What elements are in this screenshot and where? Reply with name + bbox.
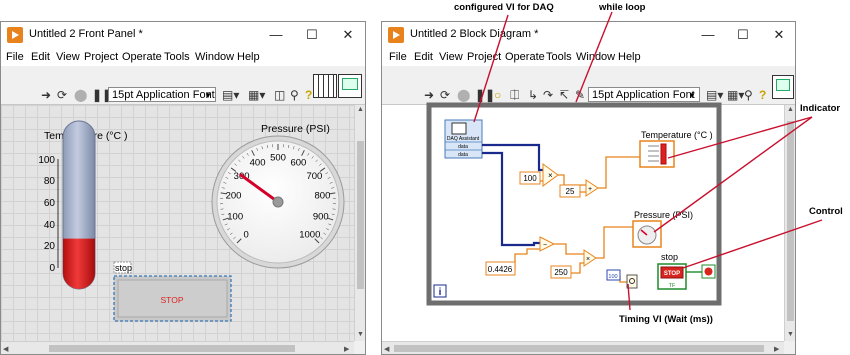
- gauge-scale-label: 200: [226, 190, 242, 201]
- stop-control-label: stop: [661, 252, 678, 262]
- constant-value: 25: [566, 187, 575, 196]
- constant-value: 100: [608, 274, 617, 280]
- daq-annotation: configured VI for DAQ: [454, 2, 554, 13]
- pressure-indicator-label: Pressure (PSI): [634, 210, 693, 220]
- daq-output-terminal: data: [458, 152, 468, 158]
- multiply-symbol: ×: [548, 171, 553, 180]
- pressure-indicator-label: Pressure (PSI): [261, 123, 330, 135]
- stop-control-label: stop: [115, 263, 132, 273]
- stop-button-text: STOP: [161, 295, 184, 305]
- scale-tick-label: 100: [38, 155, 55, 166]
- dynamic-data-wire: [482, 151, 540, 247]
- block-diagram-window: Untitled 2 Block Diagram * — ☐ ✕ File Ed…: [381, 21, 796, 355]
- constant-value: 0.4426: [488, 265, 513, 274]
- thermometer-icon: [660, 143, 667, 165]
- constant-value: 100: [523, 174, 537, 183]
- daq-assistant-icon: [451, 122, 467, 135]
- gauge-scale-label: 700: [306, 171, 322, 182]
- temperature-indicator-label: Temperature (°C ): [641, 130, 713, 140]
- multiply-node[interactable]: ×: [542, 163, 559, 187]
- subtract-node[interactable]: −: [539, 236, 556, 252]
- stop-button-icon-text: STOP: [664, 271, 680, 277]
- indicator-annotation: Indicator: [800, 103, 841, 114]
- add-symbol: +: [588, 186, 592, 193]
- front-panel-controls: Temperature (°C ) 100 80 60 40 20 0 Pres…: [38, 120, 345, 322]
- block-diagram-content: i DAQ Assistant data data 100 25 0.4426 …: [426, 102, 722, 306]
- multiply-node[interactable]: ×: [583, 249, 597, 267]
- thermometer-scale: 100 80 60 40 20 0: [38, 155, 59, 274]
- temperature-indicator-terminal[interactable]: [639, 140, 675, 168]
- scale-tick-label: 60: [44, 198, 56, 209]
- daq-assistant-label: DAQ Assistant: [447, 136, 480, 142]
- scale-tick-label: 0: [49, 263, 55, 274]
- daq-output-terminal: data: [458, 144, 468, 150]
- scale-tick-label: 40: [44, 220, 56, 231]
- multiply-symbol: ×: [586, 256, 590, 263]
- subtract-symbol: −: [543, 242, 547, 249]
- gauge-hub: [272, 196, 284, 208]
- add-node[interactable]: +: [585, 179, 599, 197]
- gauge-scale-label: 900: [313, 211, 329, 222]
- scale-tick-label: 20: [44, 241, 56, 252]
- gauge-scale-label: 1000: [299, 229, 320, 240]
- gauge-scale-label: 0: [244, 229, 249, 240]
- thermometer-level: [63, 238, 95, 289]
- dynamic-data-wire: [482, 143, 543, 172]
- gauge-scale-label: 800: [315, 190, 331, 201]
- wait-ms-node[interactable]: [626, 274, 638, 289]
- gauge-scale-label: 100: [227, 211, 243, 222]
- while-loop-annotation: while loop: [599, 2, 646, 13]
- control-annotation: Control: [809, 206, 843, 217]
- boolean-tf-text: TF: [669, 283, 676, 289]
- gauge-scale-label: 500: [270, 153, 286, 164]
- front-panel-window: Untitled 2 Front Panel * — ☐ ✕ File Edit…: [0, 21, 366, 355]
- constant-value: 250: [554, 268, 568, 277]
- loop-iteration-label: i: [439, 287, 442, 298]
- timing-annotation: Timing VI (Wait (ms)): [619, 314, 713, 325]
- gauge-scale-label: 400: [250, 157, 266, 168]
- gauge-scale-label: 600: [290, 157, 306, 168]
- stop-if-true-icon: [704, 267, 713, 276]
- scale-tick-label: 80: [44, 176, 56, 187]
